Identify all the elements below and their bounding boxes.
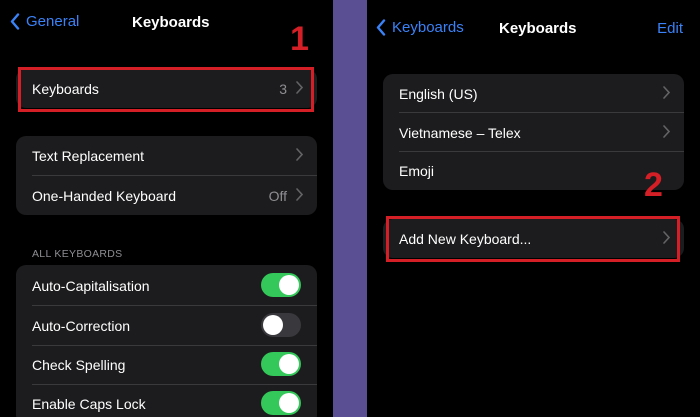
check-spelling-toggle[interactable] — [261, 352, 301, 376]
toggle-label: Auto-Capitalisation — [32, 277, 150, 294]
back-label: General — [26, 13, 80, 30]
nav-bar: General Keyboards — [0, 0, 333, 44]
keyboard-label: English (US) — [399, 85, 478, 102]
chevron-left-icon — [10, 13, 20, 30]
left-screen: General Keyboards Keyboards 3 Text Repla… — [0, 0, 333, 417]
toggle-label: Auto-Correction — [32, 317, 131, 334]
step-number-1: 1 — [290, 20, 309, 58]
chevron-right-icon — [296, 188, 303, 201]
toggle-knob — [279, 393, 299, 413]
chevron-right-icon — [663, 125, 670, 138]
back-button[interactable]: General — [10, 13, 79, 30]
toggle-row-enable-caps-lock: Enable Caps Lock — [16, 384, 317, 417]
toggle-label: Check Spelling — [32, 356, 126, 373]
back-label: Keyboards — [392, 19, 464, 36]
chevron-left-icon — [376, 19, 386, 36]
edit-button[interactable]: Edit — [657, 20, 683, 37]
keyboard-item-emoji[interactable]: Emoji — [383, 151, 684, 190]
auto-correction-toggle[interactable] — [261, 313, 301, 337]
section-header-all-keyboards: ALL KEYBOARDS — [32, 248, 123, 260]
step-number-2: 2 — [644, 166, 663, 204]
settings-group: Text Replacement One-Handed Keyboard Off — [16, 136, 317, 215]
text-replacement-row[interactable]: Text Replacement — [16, 136, 317, 175]
right-screen: Keyboards Keyboards Edit English (US) Vi… — [367, 0, 700, 417]
toggle-knob — [279, 354, 299, 374]
toggles-group: Auto-Capitalisation Auto-Correction Chec… — [16, 265, 317, 417]
auto-capitalisation-toggle[interactable] — [261, 273, 301, 297]
back-button[interactable]: Keyboards — [376, 19, 464, 36]
page-title: Keyboards — [499, 20, 577, 37]
enable-caps-lock-toggle[interactable] — [261, 391, 301, 415]
nav-bar: Keyboards Keyboards Edit — [367, 0, 700, 44]
chevron-right-icon — [296, 148, 303, 161]
one-handed-keyboard-row[interactable]: One-Handed Keyboard Off — [16, 176, 317, 215]
highlight-box-2 — [386, 216, 680, 262]
toggle-row-auto-capitalisation: Auto-Capitalisation — [16, 266, 317, 305]
keyboard-item-english[interactable]: English (US) — [383, 74, 684, 113]
toggle-knob — [279, 275, 299, 295]
toggle-knob — [263, 315, 283, 335]
toggle-row-check-spelling: Check Spelling — [16, 345, 317, 384]
toggle-row-auto-correction: Auto-Correction — [16, 306, 317, 345]
toggle-label: Enable Caps Lock — [32, 395, 146, 412]
page-title: Keyboards — [132, 14, 210, 31]
text-replacement-label: Text Replacement — [32, 147, 145, 164]
chevron-right-icon — [663, 86, 670, 99]
highlight-box-1 — [18, 67, 314, 112]
keyboards-list: English (US) Vietnamese – Telex Emoji — [383, 74, 684, 190]
one-handed-keyboard-label: One-Handed Keyboard — [32, 187, 176, 204]
keyboard-label: Emoji — [399, 162, 435, 179]
keyboard-item-vietnamese[interactable]: Vietnamese – Telex — [383, 113, 684, 152]
one-handed-keyboard-value: Off — [268, 187, 287, 204]
keyboard-label: Vietnamese – Telex — [399, 124, 521, 141]
